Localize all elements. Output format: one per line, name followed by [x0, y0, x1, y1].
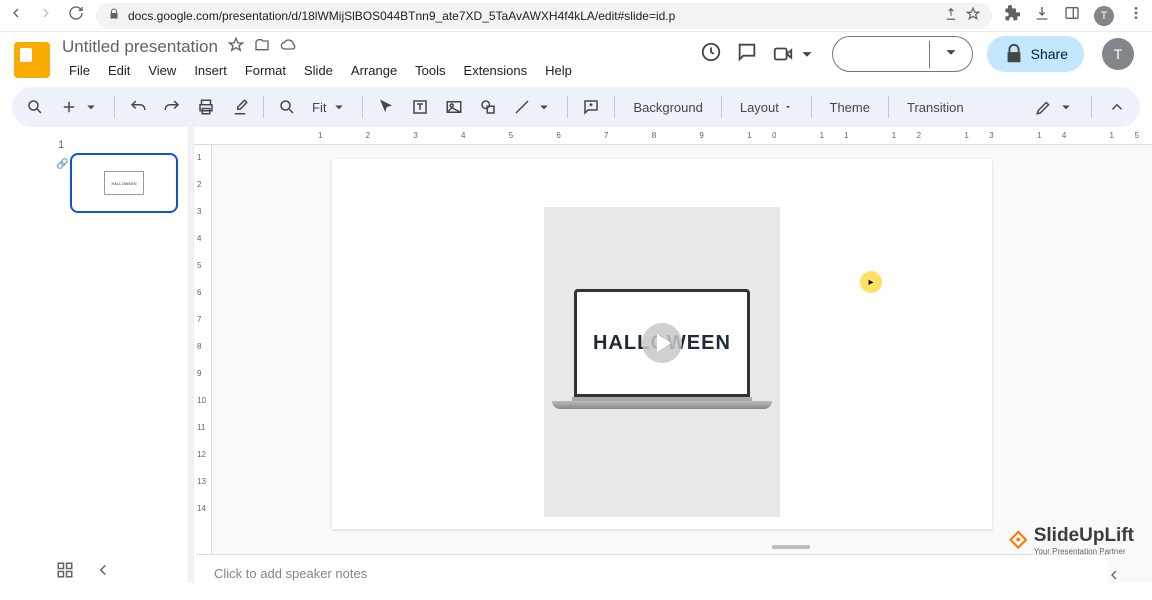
menu-tools[interactable]: Tools [408, 60, 452, 81]
slide-canvas[interactable]: HALLOWEEN [332, 159, 992, 529]
new-slide-button[interactable] [54, 94, 106, 120]
menu-insert[interactable]: Insert [187, 60, 234, 81]
pen-mode-icon[interactable] [1029, 94, 1081, 120]
line-icon[interactable] [507, 94, 559, 120]
menu-bar: File Edit View Insert Format Slide Arran… [62, 60, 700, 81]
speaker-notes[interactable]: Click to add speaker notes [196, 554, 1108, 592]
menu-format[interactable]: Format [238, 60, 293, 81]
filmstrip: 1 HALLOWEEN 🔗 [0, 127, 188, 583]
doc-title[interactable]: Untitled presentation [62, 37, 218, 57]
slides-app-icon[interactable] [14, 42, 50, 78]
browser-bar: docs.google.com/presentation/d/18lWMijSl… [0, 0, 1152, 32]
download-icon[interactable] [1034, 5, 1050, 26]
zoom-select[interactable]: Fit [306, 94, 354, 120]
slide-number: 1 [58, 139, 64, 151]
layout-button[interactable]: Layout [730, 96, 803, 119]
select-tool-icon[interactable] [371, 94, 401, 120]
background-button[interactable]: Background [623, 96, 712, 119]
image-icon[interactable] [439, 94, 469, 120]
shape-icon[interactable] [473, 94, 503, 120]
explore-grid-icon[interactable] [56, 561, 74, 584]
menu-view[interactable]: View [141, 60, 183, 81]
video-object[interactable]: HALLOWEEN [544, 207, 780, 517]
paint-icon[interactable] [225, 94, 255, 120]
laptop-graphic: HALLOWEEN [552, 289, 772, 409]
move-icon[interactable] [254, 37, 270, 58]
address-bar[interactable]: docs.google.com/presentation/d/18lWMijSl… [96, 3, 992, 29]
menu-file[interactable]: File [62, 60, 97, 81]
slideshow-dropdown[interactable] [929, 41, 972, 68]
play-icon[interactable] [642, 323, 682, 363]
watermark-logo: ⟐ SlideUpLift Your Presentation Partner [1009, 525, 1134, 556]
history-icon[interactable] [700, 41, 722, 68]
comment-add-icon[interactable] [576, 94, 606, 120]
browser-avatar[interactable]: T [1094, 6, 1114, 26]
attachment-icon: 🔗 [56, 159, 68, 170]
search-menus-icon[interactable] [20, 94, 50, 120]
textbox-icon[interactable] [405, 94, 435, 120]
zoom-out-icon[interactable] [272, 94, 302, 120]
share-page-icon[interactable] [944, 7, 958, 24]
cursor-highlight: ▸ [860, 271, 882, 293]
cloud-icon[interactable] [280, 37, 296, 58]
extension-icon[interactable] [1004, 5, 1020, 26]
reload-icon[interactable] [68, 5, 84, 26]
transition-button[interactable]: Transition [897, 96, 974, 119]
menu-edit[interactable]: Edit [101, 60, 137, 81]
back-icon[interactable] [8, 5, 24, 26]
resize-handle[interactable] [772, 545, 810, 549]
menu-slide[interactable]: Slide [297, 60, 340, 81]
account-avatar[interactable]: T [1102, 38, 1134, 70]
vertical-ruler: 1234567891011121314 [194, 145, 212, 583]
next-slide-icon[interactable] [1106, 567, 1122, 588]
prev-slide-icon[interactable] [94, 561, 112, 584]
star-icon[interactable] [966, 7, 980, 24]
collapse-toolbar-icon[interactable] [1102, 94, 1132, 120]
slide-viewport[interactable]: HALLOWEEN ▸ [212, 145, 1152, 583]
horizontal-ruler: 1 2 3 4 5 6 7 8 9 10 11 12 13 14 15 16 1… [194, 127, 1152, 145]
forward-icon[interactable] [38, 5, 54, 26]
menu-extensions[interactable]: Extensions [457, 60, 535, 81]
menu-arrange[interactable]: Arrange [344, 60, 404, 81]
theme-button[interactable]: Theme [820, 96, 880, 119]
lock-icon [108, 8, 120, 23]
toolbar: Fit Background Layout Theme Transition [12, 87, 1140, 127]
browser-menu-icon[interactable] [1128, 5, 1144, 26]
slide-thumbnail[interactable]: HALLOWEEN [70, 153, 178, 213]
panel-icon[interactable] [1064, 5, 1080, 26]
url-text: docs.google.com/presentation/d/18lWMijSl… [128, 9, 675, 23]
star-doc-icon[interactable] [228, 37, 244, 58]
speaker-notes-placeholder: Click to add speaker notes [214, 566, 367, 581]
redo-icon[interactable] [157, 94, 187, 120]
menu-help[interactable]: Help [538, 60, 579, 81]
print-icon[interactable] [191, 94, 221, 120]
undo-icon[interactable] [123, 94, 153, 120]
slideshow-button[interactable]: Slideshow [832, 36, 973, 72]
share-button[interactable]: Share [987, 36, 1084, 72]
comments-icon[interactable] [736, 41, 758, 68]
meet-icon[interactable] [772, 43, 818, 65]
